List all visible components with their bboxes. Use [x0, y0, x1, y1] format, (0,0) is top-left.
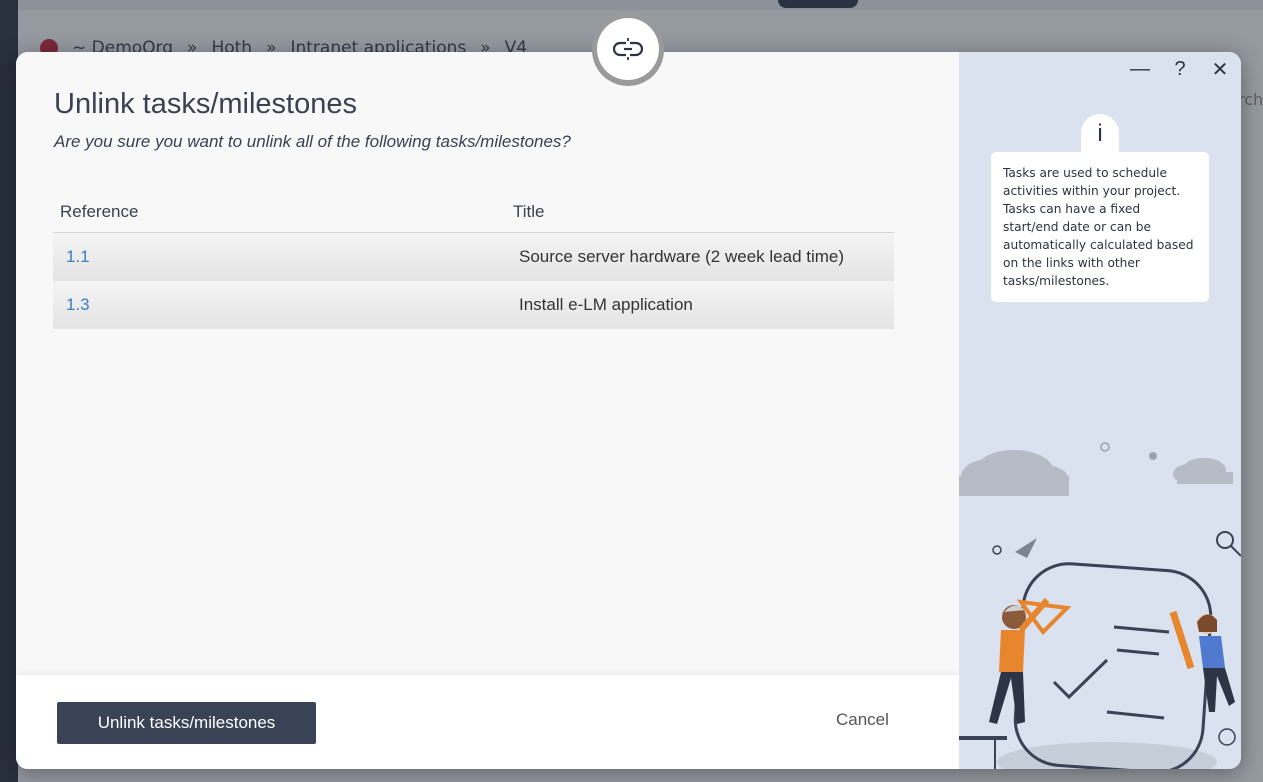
checkmark-icon: [1052, 658, 1109, 700]
info-icon: i: [1097, 120, 1103, 147]
list-line: [1116, 648, 1160, 656]
broken-chain-icon: [612, 38, 644, 60]
task-title: Install e-LM application: [519, 295, 693, 314]
man-with-triangle-icon: [989, 598, 1072, 724]
unlink-button[interactable]: Unlink tasks/milestones: [57, 702, 316, 744]
cloud-left-icon: [959, 450, 1069, 496]
dialog-main-pane: Unlink tasks/milestones Are you sure you…: [16, 52, 959, 769]
list-line: [1106, 710, 1165, 720]
dialog-title: Unlink tasks/milestones: [54, 88, 357, 120]
close-icon[interactable]: ✕: [1209, 58, 1231, 81]
table-header: Reference Title: [53, 192, 894, 233]
window-controls: — ? ✕: [1129, 58, 1231, 81]
paper-plane-icon: [1015, 538, 1037, 558]
list-line: [1113, 625, 1170, 634]
task-board-illustration: [959, 442, 1241, 769]
dialog-subtitle: Are you sure you want to unlink all of t…: [54, 132, 571, 151]
unlink-icon: [597, 18, 659, 80]
task-board-icon: [1013, 562, 1213, 769]
unlink-badge: [592, 14, 664, 86]
cloud-right-icon: [1173, 458, 1233, 484]
dot-decoration: [1149, 452, 1157, 460]
task-title: Source server hardware (2 week lead time…: [519, 247, 845, 266]
tasks-table: Reference Title 1.1 Source server hardwa…: [53, 192, 894, 329]
column-header-title: Title: [513, 202, 545, 221]
magnifier-icon: [1216, 531, 1241, 557]
cancel-button[interactable]: Cancel: [836, 710, 889, 730]
minimize-icon[interactable]: —: [1129, 58, 1151, 80]
dialog-footer: Unlink tasks/milestones Cancel: [16, 675, 959, 769]
task-reference-link[interactable]: 1.3: [53, 295, 513, 315]
task-reference-link[interactable]: 1.1: [53, 247, 513, 267]
dot-decoration: [1100, 442, 1110, 452]
unlink-dialog: Unlink tasks/milestones Are you sure you…: [16, 52, 1241, 769]
circle-decoration: [1218, 728, 1236, 746]
table-row: 1.3 Install e-LM application: [53, 281, 894, 329]
column-header-reference: Reference: [60, 202, 139, 221]
magnifier-small-icon: [992, 545, 1002, 555]
table-row: 1.1 Source server hardware (2 week lead …: [53, 233, 894, 281]
help-icon[interactable]: ?: [1169, 58, 1191, 80]
info-text: Tasks are used to schedule activities wi…: [991, 152, 1209, 302]
